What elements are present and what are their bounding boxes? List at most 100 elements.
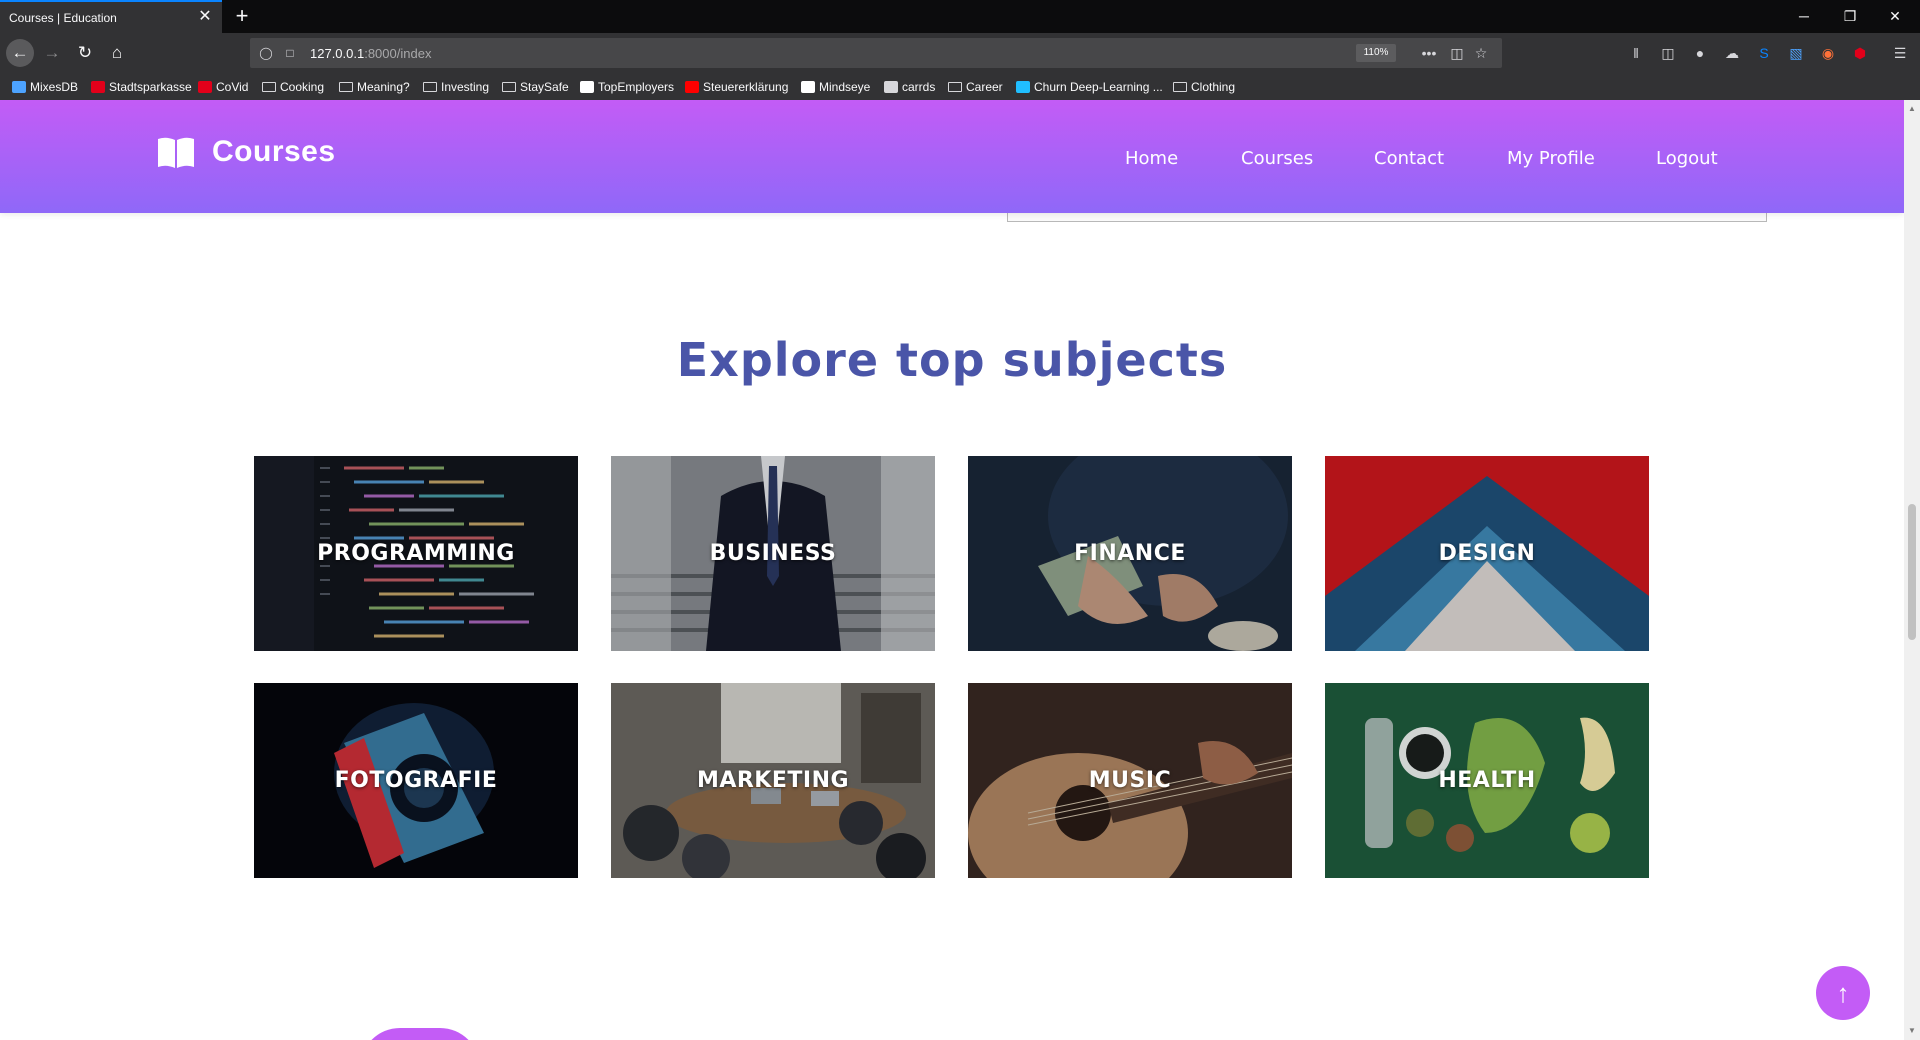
folder-icon <box>948 82 962 92</box>
subject-tile-design[interactable]: DESIGN <box>1325 456 1649 651</box>
logo-text: Courses <box>212 135 336 168</box>
bookmark-carrds[interactable]: carrds <box>884 78 935 96</box>
folder-icon <box>1173 82 1187 92</box>
bookmarks-toolbar: MixesDB Stadtsparkasse CoVid Cooking Meaning… <box>0 73 1920 100</box>
translate-icon[interactable]: ▧ <box>1786 43 1806 63</box>
close-window-icon[interactable]: ✕ <box>1885 6 1905 26</box>
subject-tile-programming[interactable]: PROGRAMMING <box>254 456 578 651</box>
menu-logout[interactable]: Logout <box>1656 148 1718 169</box>
open-book-icon <box>158 137 194 168</box>
bookmark-label: Churn Deep-Learning ... <box>1034 80 1163 94</box>
folder-icon <box>339 82 353 92</box>
zoom-level-badge[interactable]: 110% <box>1356 44 1396 62</box>
home-icon[interactable]: ⌂ <box>105 41 129 65</box>
navigation-toolbar: ← → ↻ ⌂ ◯ □ 127.0.0.1:8000/index 110% ••… <box>0 33 1920 73</box>
subject-tile-business[interactable]: BUSINESS <box>611 456 935 651</box>
bookmark-steuererkl-rung[interactable]: Steuererklärung <box>685 78 788 96</box>
extension-s-icon[interactable]: S <box>1754 43 1774 63</box>
subject-tile-health[interactable]: HEALTH <box>1325 683 1649 878</box>
menu-my-profile[interactable]: My Profile <box>1507 148 1595 169</box>
bookmark-label: CoVid <box>216 80 249 94</box>
bookmark-covid[interactable]: CoVid <box>198 78 248 96</box>
bookmark-career[interactable]: Career <box>948 78 1003 96</box>
subject-tile-marketing[interactable]: MARKETING <box>611 683 935 878</box>
youtube-icon <box>685 81 699 93</box>
menu-home[interactable]: Home <box>1125 148 1178 169</box>
restore-icon[interactable]: ❐ <box>1840 6 1860 26</box>
subject-tile-music[interactable]: MUSIC <box>968 683 1292 878</box>
close-tab-icon[interactable]: ✕ <box>196 8 214 26</box>
subject-label: MARKETING <box>696 768 850 793</box>
bookmark-mindseye[interactable]: Mindseye <box>801 78 870 96</box>
bookmark-label: StaySafe <box>520 80 569 94</box>
new-tab-button[interactable]: + <box>230 4 254 28</box>
bookmark-cooking[interactable]: Cooking <box>262 78 324 96</box>
bookmark-mixesdb[interactable]: MixesDB <box>12 78 78 96</box>
forward-icon[interactable]: → <box>40 41 64 65</box>
subject-label: FOTOGRAFIE <box>334 768 498 793</box>
subject-label: HEALTH <box>1438 768 1536 793</box>
scroll-thumb[interactable] <box>1908 504 1916 640</box>
tab-title: Courses | Education <box>9 11 117 25</box>
minimize-icon[interactable]: ─ <box>1794 6 1814 26</box>
decorative-blob <box>360 1028 480 1040</box>
ublock-icon[interactable]: ⬢ <box>1850 43 1870 63</box>
scroll-down-arrow-icon[interactable]: ▼ <box>1904 1024 1920 1038</box>
account-icon[interactable]: ● <box>1690 43 1710 63</box>
active-tab[interactable]: Courses | Education ✕ <box>0 0 222 33</box>
site-header: Courses Home Courses Contact My Profile … <box>0 100 1904 213</box>
hamburger-menu-icon[interactable]: ☰ <box>1890 43 1910 63</box>
subject-tile-fotografie[interactable]: FOTOGRAFIE <box>254 683 578 878</box>
arrow-up-icon: ↑ <box>1836 978 1850 1008</box>
library-icon[interactable]: ‖ <box>1626 43 1646 63</box>
subject-label: DESIGN <box>1438 541 1536 566</box>
folder-icon <box>262 82 276 92</box>
extension-cloud-icon[interactable]: ☁ <box>1722 43 1742 63</box>
reload-icon[interactable]: ↻ <box>73 41 97 65</box>
bookmark-meaning[interactable]: Meaning? <box>339 78 410 96</box>
url-bar[interactable]: ◯ □ 127.0.0.1:8000/index 110% ••• ◫ ☆ <box>250 38 1502 68</box>
bookmark-topemployers[interactable]: TopEmployers <box>580 78 674 96</box>
tracking-shield-icon[interactable]: ◯ <box>258 45 274 61</box>
bookmark-label: Meaning? <box>357 80 410 94</box>
bookmark-clothing[interactable]: Clothing <box>1173 78 1235 96</box>
covid-icon <box>198 81 212 93</box>
duckduckgo-icon[interactable]: ◉ <box>1818 43 1838 63</box>
pocket-icon[interactable]: ◫ <box>1448 44 1466 62</box>
scroll-to-top-button[interactable]: ↑ <box>1816 966 1870 1020</box>
section-title: Explore top subjects <box>676 333 1228 387</box>
bookmark-staysafe[interactable]: StaySafe <box>502 78 569 96</box>
mindseye-icon <box>801 81 815 93</box>
bookmark-star-icon[interactable]: ☆ <box>1472 44 1490 62</box>
bookmark-label: TopEmployers <box>598 80 675 94</box>
bookmark-investing[interactable]: Investing <box>423 78 489 96</box>
subject-label: MUSIC <box>1088 768 1172 793</box>
url-host: 127.0.0.1 <box>310 46 365 61</box>
bookmark-label: Mindseye <box>819 80 871 94</box>
menu-contact[interactable]: Contact <box>1374 148 1444 169</box>
page-info-icon[interactable]: □ <box>282 45 298 61</box>
sparkasse-icon <box>91 81 105 93</box>
site-logo[interactable]: Courses <box>157 135 336 169</box>
tab-bar: Courses | Education ✕ + ─ ❐ ✕ <box>0 0 1920 33</box>
subject-label: PROGRAMMING <box>317 541 515 566</box>
back-icon[interactable]: ← <box>6 39 34 67</box>
bookmark-label: Clothing <box>1191 80 1236 94</box>
mixesdb-icon <box>12 81 26 93</box>
bookmark-label: Career <box>966 80 1003 94</box>
page-actions-icon[interactable]: ••• <box>1420 44 1438 62</box>
k-icon <box>1016 81 1030 93</box>
sidebar-icon[interactable]: ◫ <box>1658 43 1678 63</box>
folder-icon <box>423 82 437 92</box>
m-icon <box>580 81 594 93</box>
scroll-up-arrow-icon[interactable]: ▲ <box>1904 102 1920 116</box>
bookmark-stadtsparkasse[interactable]: Stadtsparkasse <box>91 78 192 96</box>
page-scrollbar[interactable]: ▲ ▼ <box>1904 100 1920 1040</box>
subject-label: FINANCE <box>1074 541 1186 566</box>
url-text[interactable]: 127.0.0.1:8000/index <box>310 46 431 61</box>
bookmark-label: MixesDB <box>30 80 79 94</box>
bookmark-churn-deep-learning[interactable]: Churn Deep-Learning ... <box>1016 78 1163 96</box>
menu-courses[interactable]: Courses <box>1241 148 1313 169</box>
globe-icon <box>884 81 898 93</box>
subject-tile-finance[interactable]: FINANCE <box>968 456 1292 651</box>
